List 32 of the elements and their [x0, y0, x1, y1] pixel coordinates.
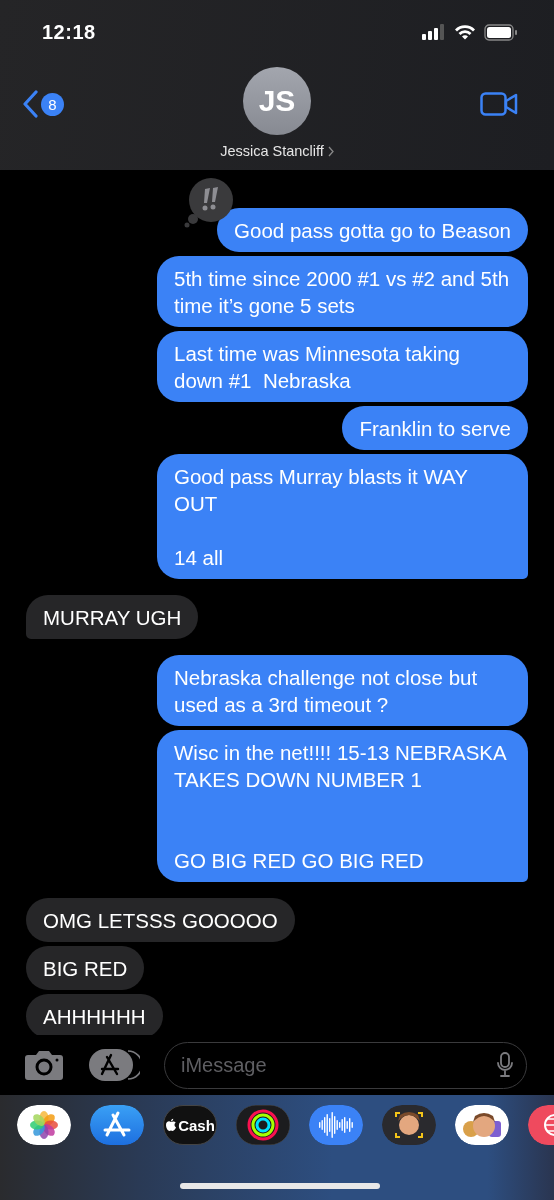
wifi-icon — [454, 24, 476, 40]
back-button[interactable]: 8 — [22, 90, 64, 118]
received-message: AHHHHHH — [26, 994, 163, 1035]
chevron-right-icon — [327, 145, 334, 157]
contact-name[interactable]: Jessica Stancliff — [220, 143, 324, 159]
sent-message: Wisc in the net!!!! 15-13 NEBRASKA TAKES DOWN NUMBER 1 GO BIG RED GO BIG RED — [157, 730, 528, 882]
chevron-left-icon — [22, 90, 38, 118]
battery-icon — [484, 23, 518, 41]
sent-message: Nebraska challenge not close but used as a 3rd timeout ? — [157, 655, 528, 726]
camera-icon[interactable] — [24, 1049, 64, 1081]
message-input-field[interactable]: iMessage — [164, 1041, 527, 1089]
received-message: MURRAY UGH — [26, 595, 199, 639]
sent-message: Good pass Murray blasts it WAY OUT 14 all — [157, 454, 528, 579]
avatar-icon[interactable] — [382, 1105, 436, 1145]
audio-waveform-icon[interactable] — [309, 1105, 363, 1145]
signal-icon — [422, 24, 446, 40]
unread-badge: 8 — [41, 92, 64, 116]
received-message: BIG RED — [26, 946, 145, 990]
app-store-icon[interactable] — [90, 1105, 144, 1145]
video-camera-icon[interactable] — [480, 92, 518, 116]
cash-app-button[interactable]: Cash — [163, 1105, 217, 1145]
microphone-icon[interactable] — [497, 1051, 513, 1078]
clock-time: 12:18 — [42, 20, 96, 44]
sent-message: Franklin to serve — [342, 406, 528, 450]
sticker-figures-icon[interactable] — [455, 1105, 509, 1145]
activity-rings-icon[interactable] — [236, 1105, 290, 1145]
sent-message: Last time was Minnesota taking down #1 Nebraska — [157, 331, 528, 402]
photos-flower-icon[interactable] — [17, 1105, 71, 1145]
sent-message: 5th time since 2000 #1 vs #2 and 5th time it’s gone 5 sets — [157, 256, 528, 327]
logo-icon — [165, 1118, 178, 1132]
received-message: OMG LETSSS GOOOOO — [26, 898, 295, 942]
exclamation-tapback-icon[interactable] — [183, 176, 236, 228]
